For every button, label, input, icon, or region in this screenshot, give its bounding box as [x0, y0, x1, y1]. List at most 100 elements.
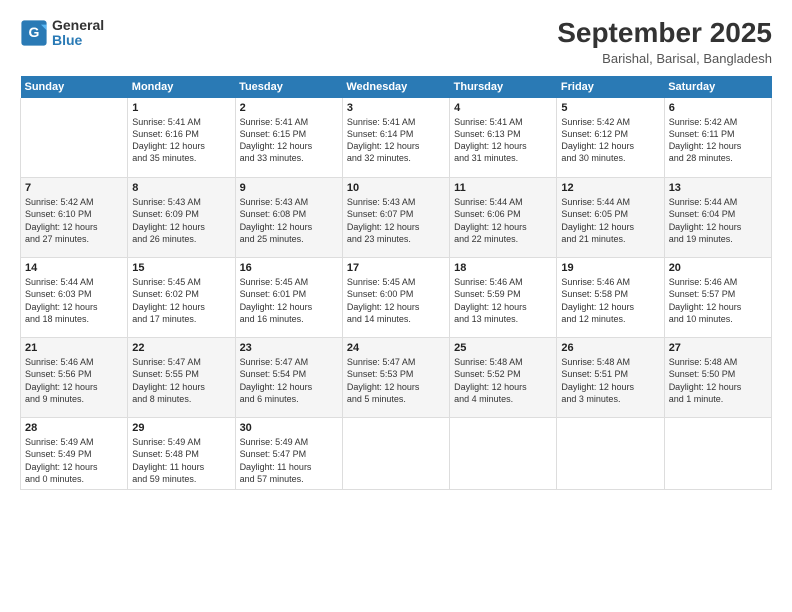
table-row: 7 Sunrise: 5:42 AMSunset: 6:10 PMDaylight…	[21, 178, 128, 258]
table-row: 19 Sunrise: 5:46 AMSunset: 5:58 PMDayligh…	[557, 258, 664, 338]
location: Barishal, Barisal, Bangladesh	[557, 51, 772, 66]
day-info: Sunrise: 5:48 AMSunset: 5:52 PMDaylight:…	[454, 356, 552, 405]
day-number: 30	[240, 422, 338, 434]
table-row	[342, 418, 449, 490]
day-number: 5	[561, 102, 659, 114]
table-row: 10 Sunrise: 5:43 AMSunset: 6:07 PMDayligh…	[342, 178, 449, 258]
logo: G General Blue	[20, 18, 104, 49]
day-info: Sunrise: 5:46 AMSunset: 5:57 PMDaylight:…	[669, 276, 767, 325]
day-info: Sunrise: 5:43 AMSunset: 6:08 PMDaylight:…	[240, 196, 338, 245]
day-number: 10	[347, 182, 445, 194]
day-number: 26	[561, 342, 659, 354]
day-info: Sunrise: 5:43 AMSunset: 6:09 PMDaylight:…	[132, 196, 230, 245]
day-number: 27	[669, 342, 767, 354]
svg-text:G: G	[29, 25, 40, 41]
day-info: Sunrise: 5:49 AMSunset: 5:48 PMDaylight:…	[132, 436, 230, 485]
title-section: September 2025 Barishal, Barisal, Bangla…	[557, 18, 772, 66]
day-number: 4	[454, 102, 552, 114]
table-row: 28 Sunrise: 5:49 AMSunset: 5:49 PMDayligh…	[21, 418, 128, 490]
day-number: 12	[561, 182, 659, 194]
table-row: 1 Sunrise: 5:41 AMSunset: 6:16 PMDaylight…	[128, 98, 235, 178]
day-info: Sunrise: 5:44 AMSunset: 6:06 PMDaylight:…	[454, 196, 552, 245]
header: G General Blue September 2025 Barishal, …	[20, 18, 772, 66]
header-row: Sunday Monday Tuesday Wednesday Thursday…	[21, 76, 772, 98]
table-row: 27Sunrise: 5:48 AMSunset: 5:50 PMDayligh…	[664, 338, 771, 418]
day-info: Sunrise: 5:44 AMSunset: 6:03 PMDaylight:…	[25, 276, 123, 325]
table-row: 24 Sunrise: 5:47 AMSunset: 5:53 PMDayligh…	[342, 338, 449, 418]
table-row: 20 Sunrise: 5:46 AMSunset: 5:57 PMDayligh…	[664, 258, 771, 338]
table-row: 12 Sunrise: 5:44 AMSunset: 6:05 PMDayligh…	[557, 178, 664, 258]
table-row: 16Sunrise: 5:45 AMSunset: 6:01 PMDayligh…	[235, 258, 342, 338]
day-info: Sunrise: 5:48 AMSunset: 5:51 PMDaylight:…	[561, 356, 659, 405]
day-number: 21	[25, 342, 123, 354]
logo-general: General	[52, 18, 104, 33]
day-info: Sunrise: 5:45 AMSunset: 6:00 PMDaylight:…	[347, 276, 445, 325]
table-row: 14 Sunrise: 5:44 AMSunset: 6:03 PMDayligh…	[21, 258, 128, 338]
table-row	[21, 98, 128, 178]
month-title: September 2025	[557, 18, 772, 49]
day-info: Sunrise: 5:47 AMSunset: 5:53 PMDaylight:…	[347, 356, 445, 405]
day-info: Sunrise: 5:42 AMSunset: 6:11 PMDaylight:…	[669, 116, 767, 165]
day-info: Sunrise: 5:49 AMSunset: 5:47 PMDaylight:…	[240, 436, 338, 485]
table-row: 22 Sunrise: 5:47 AMSunset: 5:55 PMDayligh…	[128, 338, 235, 418]
day-info: Sunrise: 5:49 AMSunset: 5:49 PMDaylight:…	[25, 436, 123, 485]
table-row: 30 Sunrise: 5:49 AMSunset: 5:47 PMDayligh…	[235, 418, 342, 490]
day-info: Sunrise: 5:41 AMSunset: 6:14 PMDaylight:…	[347, 116, 445, 165]
day-number: 29	[132, 422, 230, 434]
table-row: 18Sunrise: 5:46 AMSunset: 5:59 PMDayligh…	[450, 258, 557, 338]
logo-icon: G	[20, 19, 48, 47]
day-number: 19	[561, 262, 659, 274]
day-number: 7	[25, 182, 123, 194]
table-row: 13 Sunrise: 5:44 AMSunset: 6:04 PMDayligh…	[664, 178, 771, 258]
day-number: 24	[347, 342, 445, 354]
day-info: Sunrise: 5:42 AMSunset: 6:10 PMDaylight:…	[25, 196, 123, 245]
table-row: 2 Sunrise: 5:41 AMSunset: 6:15 PMDaylight…	[235, 98, 342, 178]
table-row	[664, 418, 771, 490]
day-number: 8	[132, 182, 230, 194]
day-info: Sunrise: 5:47 AMSunset: 5:54 PMDaylight:…	[240, 356, 338, 405]
day-number: 13	[669, 182, 767, 194]
day-number: 1	[132, 102, 230, 114]
table-row: 17 Sunrise: 5:45 AMSunset: 6:00 PMDayligh…	[342, 258, 449, 338]
day-info: Sunrise: 5:44 AMSunset: 6:04 PMDaylight:…	[669, 196, 767, 245]
page: G General Blue September 2025 Barishal, …	[0, 0, 792, 612]
day-info: Sunrise: 5:46 AMSunset: 5:56 PMDaylight:…	[25, 356, 123, 405]
day-number: 25	[454, 342, 552, 354]
day-info: Sunrise: 5:45 AMSunset: 6:02 PMDaylight:…	[132, 276, 230, 325]
col-monday: Monday	[128, 76, 235, 98]
day-info: Sunrise: 5:47 AMSunset: 5:55 PMDaylight:…	[132, 356, 230, 405]
table-row: 25 Sunrise: 5:48 AMSunset: 5:52 PMDayligh…	[450, 338, 557, 418]
table-row: 5 Sunrise: 5:42 AMSunset: 6:12 PMDaylight…	[557, 98, 664, 178]
col-friday: Friday	[557, 76, 664, 98]
table-row	[557, 418, 664, 490]
table-row: 11 Sunrise: 5:44 AMSunset: 6:06 PMDayligh…	[450, 178, 557, 258]
table-row: 4 Sunrise: 5:41 AMSunset: 6:13 PMDaylight…	[450, 98, 557, 178]
table-row: 23Sunrise: 5:47 AMSunset: 5:54 PMDayligh…	[235, 338, 342, 418]
day-number: 17	[347, 262, 445, 274]
col-thursday: Thursday	[450, 76, 557, 98]
col-sunday: Sunday	[21, 76, 128, 98]
day-info: Sunrise: 5:42 AMSunset: 6:12 PMDaylight:…	[561, 116, 659, 165]
day-info: Sunrise: 5:43 AMSunset: 6:07 PMDaylight:…	[347, 196, 445, 245]
day-number: 15	[132, 262, 230, 274]
day-info: Sunrise: 5:44 AMSunset: 6:05 PMDaylight:…	[561, 196, 659, 245]
day-info: Sunrise: 5:45 AMSunset: 6:01 PMDaylight:…	[240, 276, 338, 325]
col-saturday: Saturday	[664, 76, 771, 98]
day-number: 2	[240, 102, 338, 114]
day-info: Sunrise: 5:41 AMSunset: 6:16 PMDaylight:…	[132, 116, 230, 165]
day-number: 28	[25, 422, 123, 434]
day-number: 20	[669, 262, 767, 274]
day-info: Sunrise: 5:46 AMSunset: 5:59 PMDaylight:…	[454, 276, 552, 325]
table-row	[450, 418, 557, 490]
day-number: 22	[132, 342, 230, 354]
day-info: Sunrise: 5:41 AMSunset: 6:15 PMDaylight:…	[240, 116, 338, 165]
day-number: 14	[25, 262, 123, 274]
table-row: 29 Sunrise: 5:49 AMSunset: 5:48 PMDayligh…	[128, 418, 235, 490]
day-number: 11	[454, 182, 552, 194]
day-info: Sunrise: 5:41 AMSunset: 6:13 PMDaylight:…	[454, 116, 552, 165]
table-row: 8 Sunrise: 5:43 AMSunset: 6:09 PMDaylight…	[128, 178, 235, 258]
col-wednesday: Wednesday	[342, 76, 449, 98]
day-number: 6	[669, 102, 767, 114]
table-row: 15 Sunrise: 5:45 AMSunset: 6:02 PMDayligh…	[128, 258, 235, 338]
day-info: Sunrise: 5:46 AMSunset: 5:58 PMDaylight:…	[561, 276, 659, 325]
